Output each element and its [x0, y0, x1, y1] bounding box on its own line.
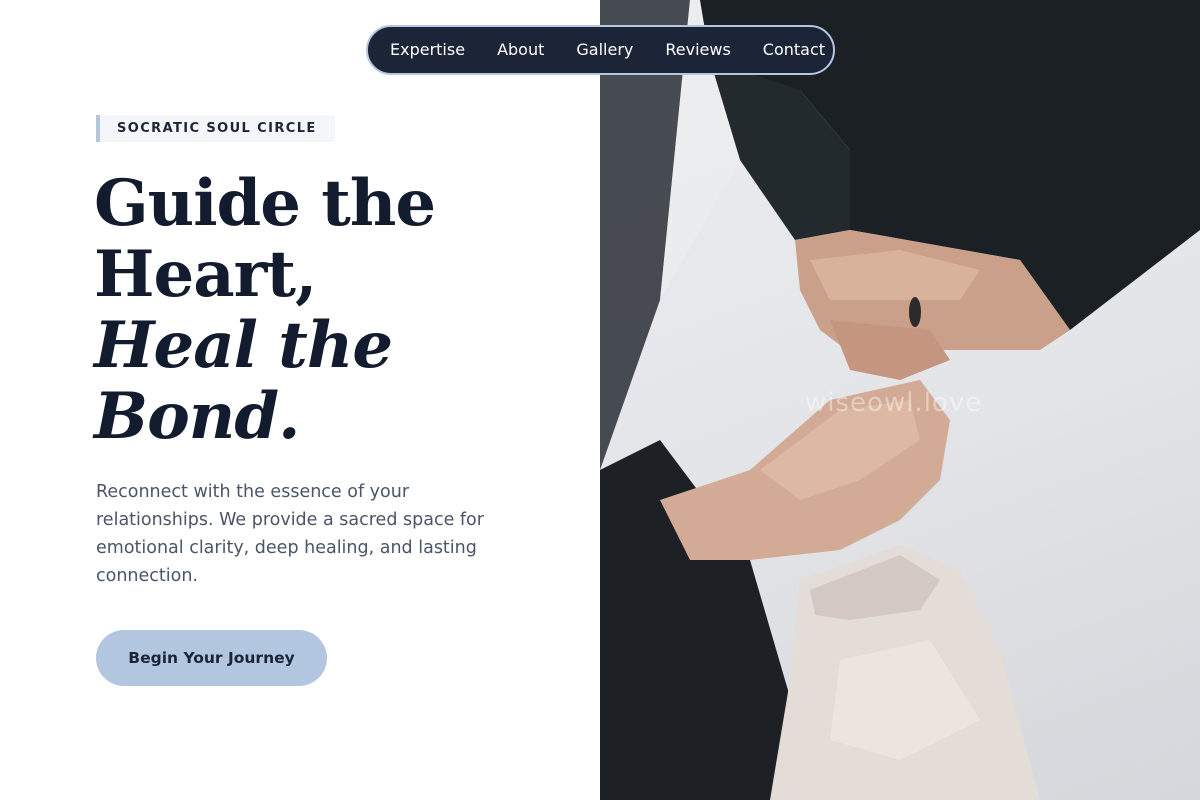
- nav-link-expertise[interactable]: Expertise: [390, 40, 465, 60]
- nav-link-about[interactable]: About: [497, 40, 544, 60]
- nav-link-contact[interactable]: Contact: [763, 40, 825, 60]
- watermark-text: wiseowl.love: [805, 388, 983, 418]
- begin-journey-button[interactable]: Begin Your Journey: [96, 630, 327, 686]
- eyebrow-label: SOCRATIC SOUL CIRCLE: [96, 115, 335, 142]
- headline-line-4: Bond.: [94, 379, 300, 454]
- nav-link-reviews[interactable]: Reviews: [665, 40, 730, 60]
- hero-photo: wiseowl.love: [600, 0, 1200, 800]
- headline-line-1: Guide the: [94, 166, 436, 241]
- main-nav: Expertise About Gallery Reviews Contact: [366, 25, 835, 75]
- headline-line-2: Heart,: [94, 237, 317, 312]
- hero-description: Reconnect with the essence of your relat…: [96, 482, 484, 586]
- headline-line-3: Heal the: [94, 308, 393, 383]
- nav-link-gallery[interactable]: Gallery: [576, 40, 633, 60]
- hero-headline: Guide the Heart, Heal the Bond.: [94, 168, 554, 452]
